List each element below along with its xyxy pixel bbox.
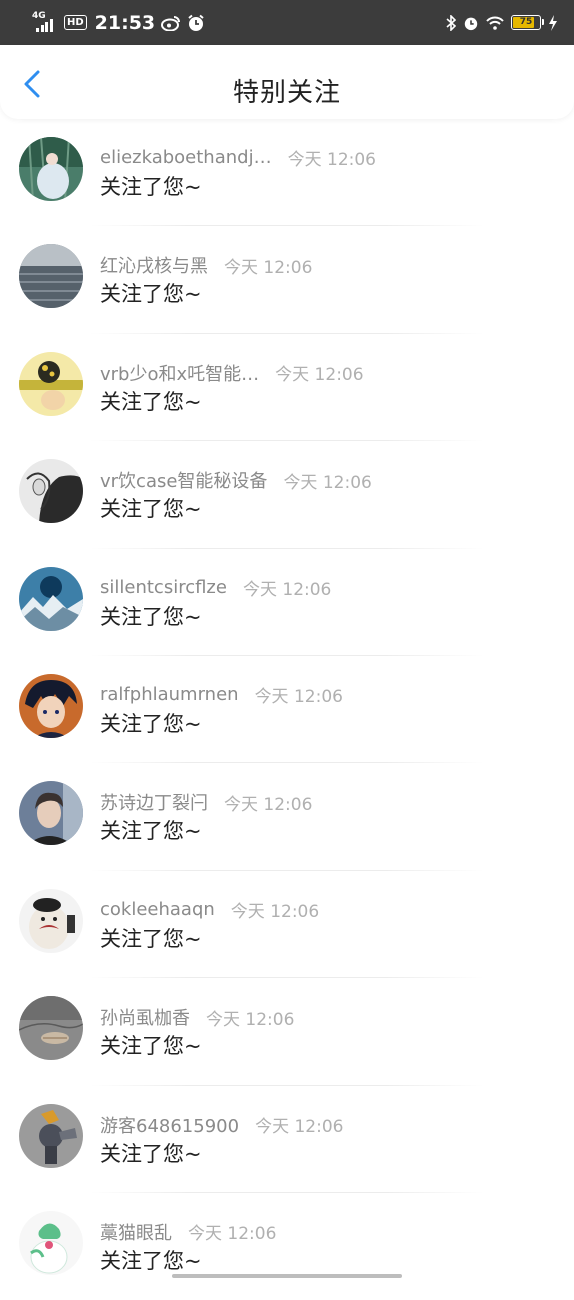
list-item[interactable]: 孙尚虱枷香 今天 12:06 关注了您~ bbox=[0, 978, 574, 1086]
action-text: 关注了您~ bbox=[100, 282, 202, 307]
username[interactable]: vrb少o和x吒智能… bbox=[100, 360, 259, 386]
item-meta: eliezkaboethandj… 今天 12:06 bbox=[100, 145, 376, 170]
list-item[interactable]: eliezkaboethandj… 今天 12:06 关注了您~ bbox=[0, 119, 574, 227]
action-text: 关注了您~ bbox=[100, 389, 202, 414]
avatar[interactable] bbox=[19, 351, 83, 416]
alarm-icon-right bbox=[463, 15, 479, 31]
action-text: 关注了您~ bbox=[100, 604, 202, 629]
item-meta: 游客648615900 今天 12:06 bbox=[100, 1112, 343, 1138]
username[interactable]: sillentcsircflze bbox=[100, 577, 227, 598]
list-item[interactable]: vrb少o和x吒智能… 今天 12:06 关注了您~ bbox=[0, 334, 574, 442]
status-time: 21:53 bbox=[94, 11, 156, 34]
header: 特别关注 bbox=[0, 45, 574, 119]
action-text: 关注了您~ bbox=[100, 926, 202, 951]
item-meta: 藁猫眼乱 今天 12:06 bbox=[100, 1219, 276, 1245]
avatar[interactable] bbox=[19, 1210, 83, 1275]
timestamp: 今天 12:06 bbox=[283, 472, 372, 493]
avatar[interactable] bbox=[19, 888, 83, 953]
action-text: 关注了您~ bbox=[100, 1141, 202, 1166]
action-text: 关注了您~ bbox=[100, 1248, 202, 1273]
timestamp: 今天 12:06 bbox=[224, 794, 313, 815]
avatar[interactable] bbox=[19, 781, 83, 846]
hd-badge: HD bbox=[64, 15, 87, 30]
avatar[interactable] bbox=[19, 1103, 83, 1168]
username[interactable]: 藁猫眼乱 bbox=[100, 1219, 172, 1245]
username[interactable]: vr饮case智能秘设备 bbox=[100, 467, 267, 493]
alarm-icon bbox=[187, 14, 205, 32]
timestamp: 今天 12:06 bbox=[287, 150, 376, 170]
avatar[interactable] bbox=[19, 244, 83, 309]
timestamp: 今天 12:06 bbox=[254, 686, 343, 707]
list-item[interactable]: 红沁戌核与黑 今天 12:06 关注了您~ bbox=[0, 226, 574, 334]
action-text: 关注了您~ bbox=[100, 497, 202, 522]
home-indicator[interactable] bbox=[172, 1274, 402, 1278]
action-text: 关注了您~ bbox=[100, 1034, 202, 1059]
bluetooth-icon bbox=[446, 14, 456, 31]
timestamp: 今天 12:06 bbox=[275, 365, 364, 386]
signal-icon: 4G bbox=[32, 11, 58, 34]
avatar[interactable] bbox=[19, 996, 83, 1061]
battery-icon: 75 bbox=[511, 15, 544, 30]
item-meta: 红沁戌核与黑 今天 12:06 bbox=[100, 252, 312, 278]
list-item[interactable]: vr饮case智能秘设备 今天 12:06 关注了您~ bbox=[0, 441, 574, 549]
item-meta: sillentcsircflze 今天 12:06 bbox=[100, 575, 331, 600]
item-meta: 苏诗边丁裂闩 今天 12:06 bbox=[100, 789, 312, 815]
weibo-icon bbox=[161, 15, 181, 31]
username[interactable]: 游客648615900 bbox=[100, 1112, 239, 1138]
avatar[interactable] bbox=[19, 566, 83, 631]
follow-list: eliezkaboethandj… 今天 12:06 关注了您~ 红沁戌核与黑 … bbox=[0, 119, 574, 1300]
item-meta: cokleehaaqn 今天 12:06 bbox=[100, 897, 319, 922]
item-meta: 孙尚虱枷香 今天 12:06 bbox=[100, 1004, 294, 1030]
timestamp: 今天 12:06 bbox=[188, 1224, 277, 1245]
timestamp: 今天 12:06 bbox=[224, 257, 313, 278]
status-left: 4G HD 21:53 bbox=[32, 11, 205, 34]
username[interactable]: 红沁戌核与黑 bbox=[100, 252, 208, 278]
avatar[interactable] bbox=[19, 459, 83, 524]
charging-icon bbox=[548, 14, 558, 31]
timestamp: 今天 12:06 bbox=[255, 1117, 344, 1138]
list-item[interactable]: ralfphlaumrnen 今天 12:06 关注了您~ bbox=[0, 656, 574, 764]
item-meta: ralfphlaumrnen 今天 12:06 bbox=[100, 682, 343, 707]
list-item[interactable]: 游客648615900 今天 12:06 关注了您~ bbox=[0, 1086, 574, 1193]
username[interactable]: eliezkaboethandj… bbox=[100, 147, 272, 168]
username[interactable]: 苏诗边丁裂闩 bbox=[100, 789, 208, 815]
avatar[interactable] bbox=[19, 137, 83, 201]
status-bar: 4G HD 21:53 75 bbox=[0, 0, 574, 45]
battery-percent: 75 bbox=[519, 17, 533, 27]
timestamp: 今天 12:06 bbox=[206, 1009, 295, 1030]
list-item[interactable]: sillentcsircflze 今天 12:06 关注了您~ bbox=[0, 549, 574, 656]
username[interactable]: 孙尚虱枷香 bbox=[100, 1004, 190, 1030]
username[interactable]: ralfphlaumrnen bbox=[100, 684, 239, 705]
action-text: 关注了您~ bbox=[100, 175, 202, 199]
item-meta: vr饮case智能秘设备 今天 12:06 bbox=[100, 467, 372, 493]
list-item[interactable]: 苏诗边丁裂闩 今天 12:06 关注了您~ bbox=[0, 763, 574, 871]
action-text: 关注了您~ bbox=[100, 819, 202, 844]
status-right: 75 bbox=[446, 14, 558, 31]
username[interactable]: cokleehaaqn bbox=[100, 899, 215, 920]
timestamp: 今天 12:06 bbox=[230, 901, 320, 922]
wifi-icon bbox=[486, 16, 504, 30]
list-item[interactable]: cokleehaaqn 今天 12:06 关注了您~ bbox=[0, 871, 574, 979]
item-meta: vrb少o和x吒智能… 今天 12:06 bbox=[100, 360, 364, 386]
action-text: 关注了您~ bbox=[100, 711, 202, 736]
list-item[interactable]: 藁猫眼乱 今天 12:06 关注了您~ bbox=[0, 1193, 574, 1300]
avatar[interactable] bbox=[19, 673, 83, 738]
timestamp: 今天 12:06 bbox=[242, 579, 332, 600]
page-title: 特别关注 bbox=[232, 78, 341, 108]
